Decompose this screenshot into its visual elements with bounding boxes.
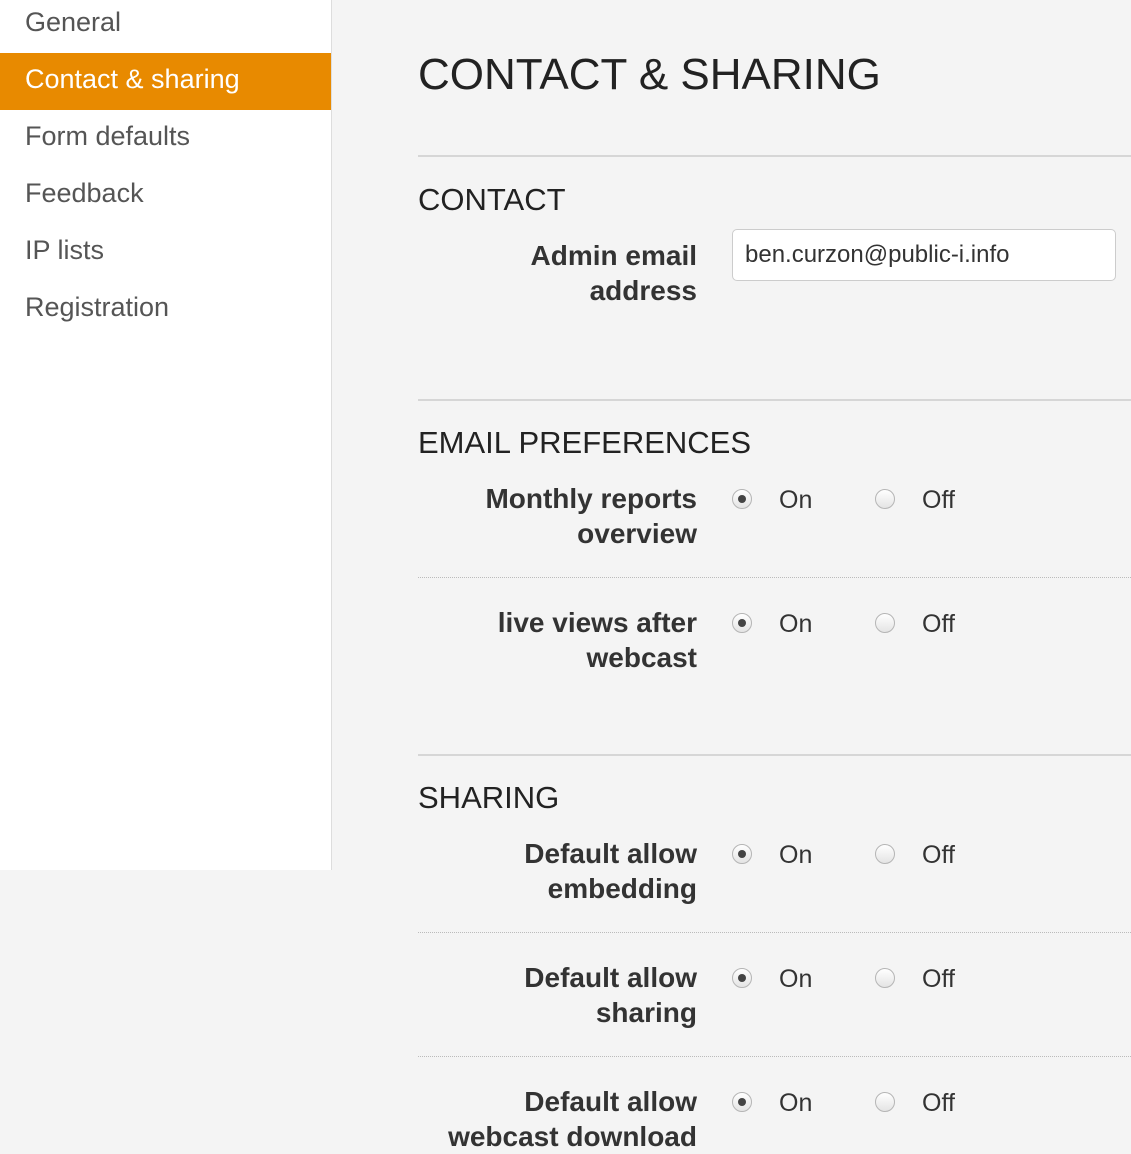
default-allow-webcast-download-label: Default allow webcast download bbox=[448, 1086, 697, 1152]
radio-label-on: On bbox=[779, 610, 813, 638]
radio-label-off: Off bbox=[922, 841, 955, 869]
admin-email-label: Admin email address bbox=[530, 240, 697, 306]
sidebar-item-feedback[interactable]: Feedback bbox=[0, 167, 331, 224]
admin-email-input[interactable] bbox=[732, 229, 1116, 281]
section-title-sharing: SHARING bbox=[418, 780, 560, 815]
default-allow-embedding-label: Default allow embedding bbox=[524, 838, 697, 904]
radio-label-off: Off bbox=[922, 965, 955, 993]
field-divider bbox=[418, 1056, 1131, 1057]
radio-button-checked[interactable] bbox=[732, 844, 752, 864]
section-title-email-preferences: EMAIL PREFERENCES bbox=[418, 425, 752, 460]
page-title: CONTACT & SHARING bbox=[418, 50, 881, 99]
radio-label-off: Off bbox=[922, 610, 955, 638]
sidebar-item-contact-sharing[interactable]: Contact & sharing bbox=[0, 53, 331, 110]
radio-label-on: On bbox=[779, 965, 813, 993]
default-allow-sharing-label: Default allow sharing bbox=[524, 962, 697, 1028]
section-divider bbox=[418, 155, 1131, 157]
sidebar-item-general[interactable]: General bbox=[0, 0, 331, 53]
sidebar-item-form-defaults[interactable]: Form defaults bbox=[0, 110, 331, 167]
radio-label-on: On bbox=[779, 1089, 813, 1117]
live-views-label: live views after webcast bbox=[497, 607, 697, 673]
sidebar-item-ip-lists[interactable]: IP lists bbox=[0, 224, 331, 281]
section-title-contact: CONTACT bbox=[418, 182, 566, 217]
radio-button[interactable] bbox=[875, 489, 895, 509]
radio-button-checked[interactable] bbox=[732, 968, 752, 988]
radio-button[interactable] bbox=[875, 968, 895, 988]
radio-button-checked[interactable] bbox=[732, 1092, 752, 1112]
section-divider bbox=[418, 399, 1131, 401]
radio-label-off: Off bbox=[922, 1089, 955, 1117]
monthly-reports-label: Monthly reports overview bbox=[485, 483, 697, 549]
radio-label-on: On bbox=[779, 841, 813, 869]
radio-button[interactable] bbox=[875, 613, 895, 633]
field-divider bbox=[418, 932, 1131, 933]
sidebar-nav: General Contact & sharing Form defaults … bbox=[0, 0, 332, 870]
radio-label-off: Off bbox=[922, 486, 955, 514]
radio-button-checked[interactable] bbox=[732, 613, 752, 633]
radio-button[interactable] bbox=[875, 844, 895, 864]
sidebar-item-registration[interactable]: Registration bbox=[0, 281, 331, 338]
radio-label-on: On bbox=[779, 486, 813, 514]
radio-button-checked[interactable] bbox=[732, 489, 752, 509]
settings-panel: CONTACT & SHARING CONTACT Admin email ad… bbox=[418, 0, 1131, 1152]
field-divider bbox=[418, 577, 1131, 578]
radio-button[interactable] bbox=[875, 1092, 895, 1112]
section-divider bbox=[418, 754, 1131, 756]
